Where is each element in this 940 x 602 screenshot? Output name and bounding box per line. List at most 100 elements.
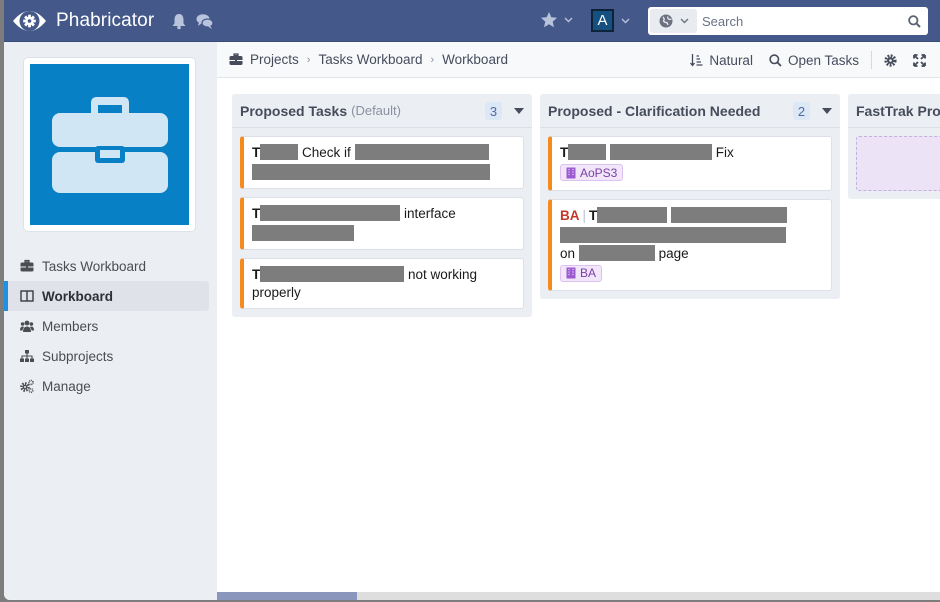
sidebar-item-label: Subprojects xyxy=(42,348,114,364)
breadcrumb-separator-icon: › xyxy=(430,53,435,66)
app-name: Phabricator xyxy=(56,10,155,31)
redacted-text xyxy=(610,144,713,160)
column-subtitle: (Default) xyxy=(351,103,401,118)
prefix-separator: | xyxy=(582,207,587,223)
column-menu-caret-icon[interactable] xyxy=(514,108,524,114)
task-card[interactable]: T not working properly xyxy=(240,258,524,309)
fullscreen-button[interactable] xyxy=(905,53,940,67)
gear-icon xyxy=(884,53,897,67)
home-logo-link[interactable]: Phabricator xyxy=(12,5,154,37)
search-scope-selector[interactable] xyxy=(650,9,697,33)
star-icon xyxy=(541,12,557,28)
project-tag[interactable]: BA xyxy=(560,264,603,282)
redacted-text xyxy=(252,225,354,241)
workboard-actions: Natural Open Tasks xyxy=(682,42,940,78)
redacted-text xyxy=(260,266,405,282)
title-prefix: BA xyxy=(560,207,580,223)
gears-icon xyxy=(20,379,34,393)
sidebar-item-label: Tasks Workboard xyxy=(42,258,147,274)
chevron-down-icon xyxy=(680,18,688,24)
column-title: Proposed Tasks xyxy=(240,102,348,119)
building-icon xyxy=(566,167,576,178)
redacted-text xyxy=(354,144,489,160)
project-sidebar: Tasks Workboard Workboard Members Subpro… xyxy=(4,42,217,600)
board-settings-button[interactable] xyxy=(876,53,905,67)
column-header: Proposed Tasks (Default) 3 xyxy=(232,94,532,128)
sidebar-item-members[interactable]: Members xyxy=(4,311,209,341)
users-icon xyxy=(20,320,34,332)
building-icon xyxy=(566,267,576,279)
globe-icon xyxy=(659,14,672,28)
sitemap-icon xyxy=(20,350,34,362)
sidebar-item-tasks-workboard[interactable]: Tasks Workboard xyxy=(4,251,209,281)
column-count-badge: 3 xyxy=(485,102,502,120)
redacted-text xyxy=(568,144,607,160)
global-search xyxy=(648,7,928,35)
sidebar-item-workboard[interactable]: Workboard xyxy=(4,281,209,311)
task-card[interactable]: T Fix AoPS3 xyxy=(548,136,832,191)
workboard-column: Proposed Tasks (Default) 3 T Check if T … xyxy=(232,94,532,317)
search-icon xyxy=(769,53,782,67)
top-navigation-bar: Phabricator A xyxy=(4,0,940,42)
briefcase-icon xyxy=(51,96,168,193)
redacted-text xyxy=(671,206,788,223)
breadcrumb-tasks-workboard[interactable]: Tasks Workboard xyxy=(318,52,422,67)
main-content: Projects › Tasks Workboard › Workboard N… xyxy=(217,42,940,600)
breadcrumb: Projects › Tasks Workboard › Workboard xyxy=(229,52,508,67)
workboard-column: FastTrak Prop xyxy=(848,94,940,199)
breadcrumb-projects[interactable]: Projects xyxy=(250,52,299,67)
column-count-badge: 2 xyxy=(793,102,810,120)
bell-icon[interactable] xyxy=(170,12,188,30)
expand-icon xyxy=(913,53,926,67)
column-menu-caret-icon[interactable] xyxy=(822,108,832,114)
sidebar-item-label: Members xyxy=(42,318,99,334)
search-submit-button[interactable] xyxy=(900,9,928,33)
column-title: FastTrak Prop xyxy=(856,102,940,119)
filter-button[interactable]: Open Tasks xyxy=(761,53,867,68)
breadcrumb-separator-icon: › xyxy=(306,53,311,66)
favorites-menu[interactable] xyxy=(540,11,573,29)
columns-icon xyxy=(20,290,34,302)
briefcase-icon xyxy=(229,53,243,65)
sidebar-item-subprojects[interactable]: Subprojects xyxy=(4,341,209,371)
search-input[interactable] xyxy=(697,9,900,33)
sidebar-item-manage[interactable]: Manage xyxy=(4,371,209,401)
workboard-column: Proposed - Clarification Needed 2 T Fix xyxy=(540,94,840,299)
empty-column-drop-zone[interactable] xyxy=(856,136,940,191)
actions-divider xyxy=(871,51,872,69)
sidebar-item-label: Manage xyxy=(42,378,91,394)
sort-order-button[interactable]: Natural xyxy=(682,53,761,68)
chevron-down-icon xyxy=(564,17,573,23)
avatar: A xyxy=(591,9,614,32)
project-profile-image[interactable] xyxy=(24,58,195,231)
magnifier-icon xyxy=(907,14,921,28)
profile-image-bg xyxy=(30,64,189,225)
horizontal-scrollbar[interactable] xyxy=(217,592,940,600)
redacted-text xyxy=(560,226,786,243)
task-card[interactable]: BA | T on page BA xyxy=(548,198,832,291)
briefcase-icon xyxy=(20,259,34,272)
sidebar-nav: Tasks Workboard Workboard Members Subpro… xyxy=(4,251,209,401)
crumb-bar: Projects › Tasks Workboard › Workboard N… xyxy=(217,42,940,78)
task-card[interactable]: T Check if xyxy=(240,136,524,189)
phabricator-eye-gear-icon xyxy=(13,11,46,31)
browser-window: Phabricator A Search Tasks Workboard Wor… xyxy=(4,0,940,600)
user-menu[interactable]: A xyxy=(591,9,630,32)
filter-label: Open Tasks xyxy=(787,52,859,68)
column-header: FastTrak Prop xyxy=(848,94,940,128)
scrollbar-thumb[interactable] xyxy=(217,592,357,600)
redacted-text xyxy=(260,205,401,221)
sort-icon xyxy=(690,54,703,67)
redacted-text xyxy=(260,144,299,160)
chevron-down-icon xyxy=(621,18,630,23)
column-title: Proposed - Clarification Needed xyxy=(548,102,761,119)
breadcrumb-workboard: Workboard xyxy=(442,52,508,67)
project-tag[interactable]: AoPS3 xyxy=(560,164,624,181)
redacted-text xyxy=(252,164,490,180)
task-card[interactable]: T interface xyxy=(240,197,524,250)
chat-bubbles-icon[interactable] xyxy=(196,12,214,30)
sort-order-label: Natural xyxy=(709,52,753,68)
workboard: Proposed Tasks (Default) 3 T Check if T … xyxy=(217,78,940,592)
sidebar-item-label: Workboard xyxy=(42,288,114,304)
redacted-text xyxy=(597,206,668,223)
